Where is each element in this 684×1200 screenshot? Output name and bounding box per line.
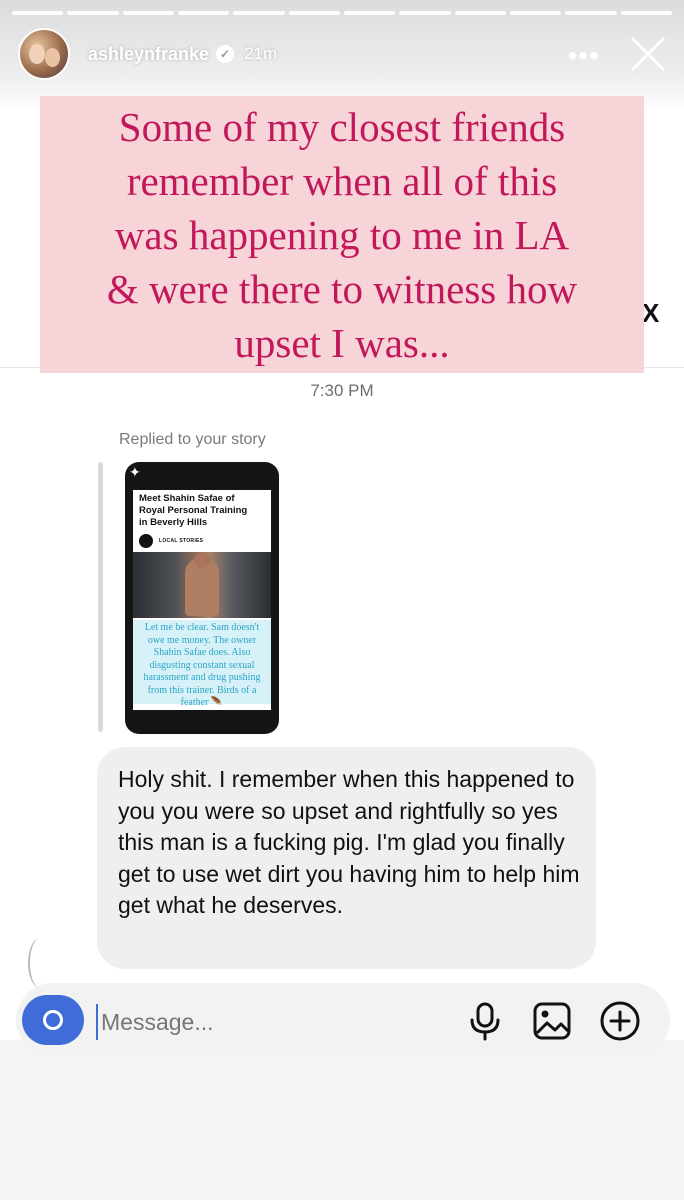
article-photo: [133, 552, 271, 618]
progress-segment: [565, 11, 617, 15]
camera-icon[interactable]: [22, 995, 84, 1045]
add-icon[interactable]: [599, 1000, 641, 1042]
bottom-area: [0, 1040, 684, 1200]
progress-segment: [67, 11, 119, 15]
verified-badge-icon: ✓: [216, 45, 235, 63]
avatar[interactable]: [18, 28, 70, 80]
message-input[interactable]: [96, 1004, 426, 1040]
replied-story-thumbnail[interactable]: ✦ Meet Shahin Safae of Royal Personal Tr…: [125, 462, 279, 734]
message-text: Holy shit. I remember when this happened…: [118, 766, 580, 918]
sparkle-icon: ✦: [129, 464, 141, 480]
progress-segment: [454, 11, 506, 15]
avatar-face: [29, 44, 45, 64]
progress-segment: [343, 11, 396, 15]
progress-segment: [177, 11, 230, 15]
more-options-button[interactable]: •••: [568, 40, 600, 72]
progress-segment: [233, 11, 285, 15]
username[interactable]: ashleynfranke: [88, 44, 209, 65]
article-category: LOCAL STORIES: [159, 538, 204, 544]
reply-indicator-bar: [98, 462, 103, 732]
close-icon[interactable]: [628, 34, 668, 74]
camera-lens: [43, 1010, 63, 1030]
progress-segment: [509, 11, 562, 15]
progress-segment: [620, 11, 672, 15]
publisher-logo-icon: [139, 534, 153, 548]
image-icon[interactable]: [531, 1000, 573, 1042]
story-time-ago: 21m: [244, 44, 278, 63]
message-bubble[interactable]: Holy shit. I remember when this happened…: [97, 747, 596, 969]
article-card: Meet Shahin Safae of Royal Personal Trai…: [133, 490, 271, 710]
swipe-indicator: [28, 938, 52, 988]
photo-figure-head: [194, 552, 210, 568]
microphone-icon[interactable]: [464, 1000, 506, 1042]
replied-to-story-label: Replied to your story: [119, 431, 266, 448]
partial-glyph: X: [642, 298, 660, 328]
story-caption: Let me be clear. Sam doesn't owe me mone…: [133, 620, 271, 708]
story-header: ashleynfranke ✓ 21m •••: [18, 26, 670, 82]
progress-segment: [288, 11, 340, 15]
article-title: Meet Shahin Safae of Royal Personal Trai…: [139, 493, 248, 528]
message-timestamp: 7:30 PM: [310, 381, 374, 400]
article-meta: LOCAL STORIES: [139, 534, 203, 548]
progress-segment: [122, 11, 174, 15]
avatar-face: [45, 48, 60, 67]
story-progress-bar: [12, 11, 672, 15]
progress-segment: [399, 11, 451, 15]
progress-segment: [12, 11, 64, 15]
story-text-overlay: Some of my closest friends remember when…: [106, 104, 578, 366]
